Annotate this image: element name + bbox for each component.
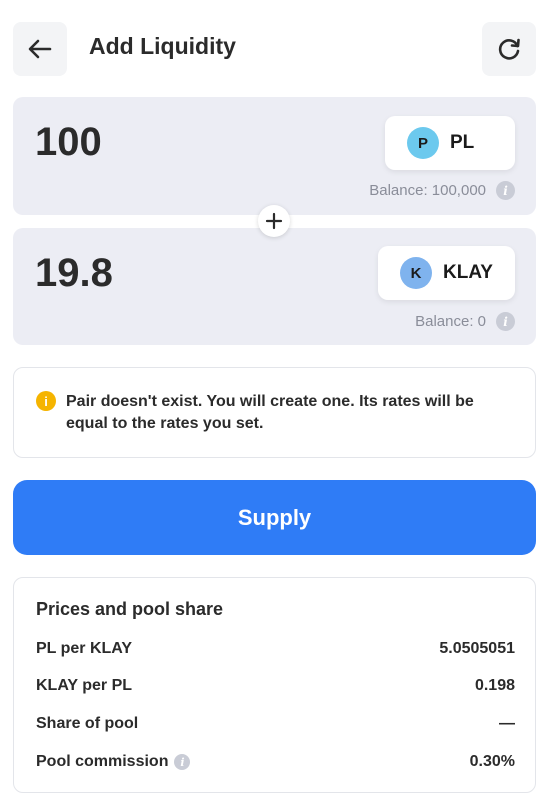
token-a-select-button[interactable]: P PL [385,116,515,170]
pool-title: Prices and pool share [36,599,224,619]
refresh-button[interactable] [482,22,536,76]
pool-row-label: PL per KLAY [36,640,133,657]
token-b-select-button[interactable]: K KLAY [378,246,515,300]
back-button[interactable] [13,22,67,76]
pool-share-card: Prices and pool share PL per KLAY 5.0505… [13,577,536,793]
token-b-input-card: K KLAY Balance: 0 i [13,228,536,345]
pool-row-value: — [499,715,515,732]
info-warning-icon: i [36,391,56,411]
token-a-amount-input[interactable] [35,120,335,165]
token-a-balance-row: Balance: 100,000 i [369,181,515,200]
pool-row-value: 0.198 [474,677,515,694]
pool-row: PL per KLAY 5.0505051 [36,640,515,658]
pool-row: Pool commission i 0.30% [36,753,515,771]
token-b-logo: K [400,257,432,289]
token-b-symbol: KLAY [443,262,493,283]
header: Add Liquidity [0,0,546,96]
info-icon[interactable]: i [496,312,515,331]
pool-commission-label: Pool commission i [36,753,191,771]
notice-text: Pair doesn't exist. You will create one.… [66,393,474,432]
pool-row-label: Share of pool [36,715,139,732]
token-b-balance-row: Balance: 0 i [415,312,515,331]
token-a-input-card: P PL Balance: 100,000 i [13,97,536,215]
token-a-symbol: PL [450,132,475,153]
supply-button[interactable]: Supply [13,480,536,555]
token-a-balance: Balance: 100,000 [369,182,486,199]
info-icon[interactable]: i [174,754,191,770]
pool-row-value: 0.30% [469,753,515,770]
token-a-logo: P [407,127,439,159]
info-icon[interactable]: i [496,181,515,200]
pool-row-label: KLAY per PL [36,677,133,694]
pool-row: Share of pool — [36,715,515,733]
arrow-left-icon [28,39,52,59]
pool-row-label: Pool commission [36,753,169,770]
refresh-icon [498,38,520,60]
pool-row-value: 5.0505051 [439,640,515,657]
page-title: Add Liquidity [89,33,236,59]
pool-row: KLAY per PL 0.198 [36,677,515,695]
pair-notice: i Pair doesn't exist. You will create on… [13,367,536,458]
plus-icon [258,205,290,237]
token-b-amount-input[interactable] [35,251,335,296]
token-b-balance: Balance: 0 [415,313,486,330]
